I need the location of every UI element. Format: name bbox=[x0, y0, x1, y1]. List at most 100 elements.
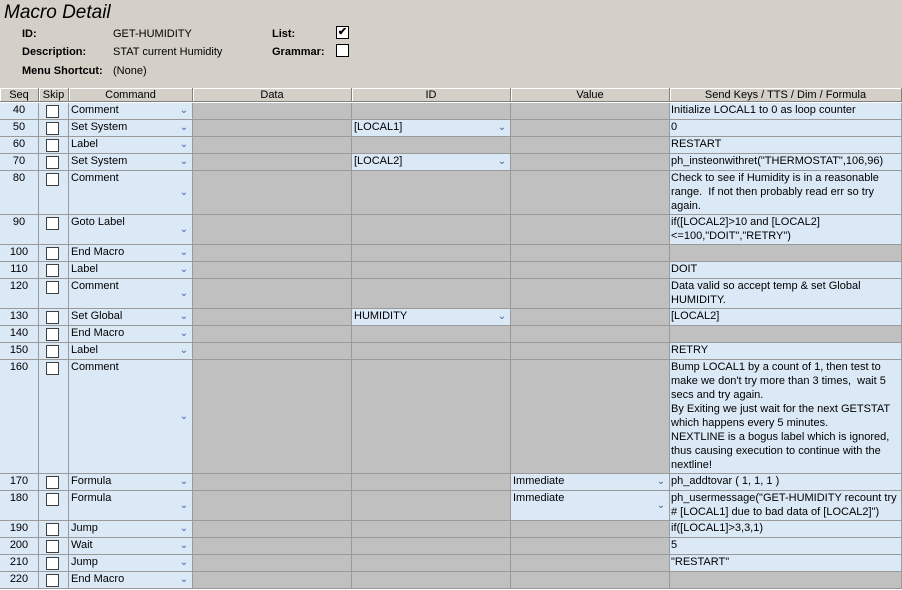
seq-cell[interactable]: 150 bbox=[0, 343, 39, 360]
formula-cell[interactable]: "RESTART" bbox=[670, 555, 902, 572]
table-row[interactable]: 180 Formula ⌄ Immediate ⌄ ph_usermessage("GET… bbox=[0, 491, 902, 521]
seq-cell[interactable]: 200 bbox=[0, 538, 39, 555]
chevron-down-icon[interactable]: ⌄ bbox=[176, 309, 192, 325]
formula-cell[interactable]: if([LOCAL2]>10 and [LOCAL2]<=100,"DOIT",… bbox=[670, 215, 902, 245]
skip-checkbox[interactable] bbox=[46, 311, 59, 324]
id-cell[interactable] bbox=[352, 326, 511, 343]
chevron-down-icon[interactable]: ⌄ bbox=[176, 154, 192, 170]
skip-checkbox[interactable] bbox=[46, 540, 59, 553]
skip-cell[interactable] bbox=[39, 572, 69, 589]
table-row[interactable]: 140 End Macro ⌄ bbox=[0, 326, 902, 343]
value-cell[interactable] bbox=[511, 572, 670, 589]
table-row[interactable]: 60 Label ⌄ RESTART bbox=[0, 137, 902, 154]
seq-cell[interactable]: 140 bbox=[0, 326, 39, 343]
value-cell[interactable] bbox=[511, 279, 670, 309]
skip-cell[interactable] bbox=[39, 360, 69, 474]
seq-cell[interactable]: 190 bbox=[0, 521, 39, 538]
value-dropdown[interactable]: Immediate ⌄ bbox=[511, 474, 670, 491]
skip-cell[interactable] bbox=[39, 326, 69, 343]
seq-cell[interactable]: 130 bbox=[0, 309, 39, 326]
skip-checkbox[interactable] bbox=[46, 173, 59, 186]
command-dropdown[interactable]: Label ⌄ bbox=[69, 262, 193, 279]
formula-cell[interactable] bbox=[670, 326, 902, 343]
id-cell[interactable] bbox=[352, 343, 511, 360]
id-cell[interactable] bbox=[352, 572, 511, 589]
table-row[interactable]: 190 Jump ⌄ if([LOCAL1]>3,3,1) bbox=[0, 521, 902, 538]
chevron-down-icon[interactable]: ⌄ bbox=[176, 326, 192, 342]
id-cell[interactable] bbox=[352, 171, 511, 215]
data-cell[interactable] bbox=[193, 120, 352, 137]
seq-cell[interactable]: 110 bbox=[0, 262, 39, 279]
id-cell[interactable] bbox=[352, 137, 511, 154]
table-row[interactable]: 200 Wait ⌄ 5 bbox=[0, 538, 902, 555]
value-cell[interactable] bbox=[511, 360, 670, 474]
table-row[interactable]: 70 Set System ⌄ [LOCAL2] ⌄ ph_insteonwithret(… bbox=[0, 154, 902, 171]
id-cell[interactable] bbox=[352, 279, 511, 309]
table-row[interactable]: 50 Set System ⌄ [LOCAL1] ⌄ 0 bbox=[0, 120, 902, 137]
seq-cell[interactable]: 120 bbox=[0, 279, 39, 309]
id-cell[interactable] bbox=[352, 555, 511, 572]
skip-cell[interactable] bbox=[39, 215, 69, 245]
chevron-down-icon[interactable]: ⌄ bbox=[176, 343, 192, 359]
table-row[interactable]: 80 Comment ⌄ Check to see if Humidity is in… bbox=[0, 171, 902, 215]
skip-cell[interactable] bbox=[39, 137, 69, 154]
table-row[interactable]: 130 Set Global ⌄ HUMIDITY ⌄ [LOCAL2] bbox=[0, 309, 902, 326]
command-dropdown[interactable]: End Macro ⌄ bbox=[69, 245, 193, 262]
command-dropdown[interactable]: Label ⌄ bbox=[69, 343, 193, 360]
chevron-down-icon[interactable]: ⌄ bbox=[176, 103, 192, 119]
formula-cell[interactable] bbox=[670, 572, 902, 589]
id-dropdown[interactable]: HUMIDITY ⌄ bbox=[352, 309, 511, 326]
id-cell[interactable] bbox=[352, 538, 511, 555]
formula-cell[interactable]: RETRY bbox=[670, 343, 902, 360]
command-dropdown[interactable]: Formula ⌄ bbox=[69, 491, 193, 521]
command-dropdown[interactable]: Comment ⌄ bbox=[69, 279, 193, 309]
chevron-down-icon[interactable]: ⌄ bbox=[176, 474, 192, 490]
command-dropdown[interactable]: Jump ⌄ bbox=[69, 521, 193, 538]
skip-cell[interactable] bbox=[39, 474, 69, 491]
id-cell[interactable] bbox=[352, 262, 511, 279]
command-dropdown[interactable]: Label ⌄ bbox=[69, 137, 193, 154]
id-cell[interactable] bbox=[352, 491, 511, 521]
skip-cell[interactable] bbox=[39, 154, 69, 171]
chevron-down-icon[interactable]: ⌄ bbox=[494, 120, 510, 136]
value-cell[interactable] bbox=[511, 343, 670, 360]
skip-cell[interactable] bbox=[39, 538, 69, 555]
value-dropdown[interactable]: Immediate ⌄ bbox=[511, 491, 670, 521]
column-header-value[interactable]: Value bbox=[511, 88, 670, 102]
seq-cell[interactable]: 170 bbox=[0, 474, 39, 491]
skip-checkbox[interactable] bbox=[46, 156, 59, 169]
command-dropdown[interactable]: Set System ⌄ bbox=[69, 120, 193, 137]
command-dropdown[interactable]: End Macro ⌄ bbox=[69, 572, 193, 589]
seq-cell[interactable]: 80 bbox=[0, 171, 39, 215]
id-cell[interactable] bbox=[352, 245, 511, 262]
value-cell[interactable] bbox=[511, 538, 670, 555]
data-cell[interactable] bbox=[193, 171, 352, 215]
table-row[interactable]: 150 Label ⌄ RETRY bbox=[0, 343, 902, 360]
table-row[interactable]: 170 Formula ⌄ Immediate ⌄ ph_addtovar ( 1, 1,… bbox=[0, 474, 902, 491]
formula-cell[interactable]: Data valid so accept temp & set Global H… bbox=[670, 279, 902, 309]
chevron-down-icon[interactable]: ⌄ bbox=[176, 572, 192, 588]
column-header-data[interactable]: Data bbox=[193, 88, 352, 102]
id-cell[interactable] bbox=[352, 103, 511, 120]
table-row[interactable]: 40 Comment ⌄ Initialize LOCAL1 to 0 as loop… bbox=[0, 103, 902, 120]
id-cell[interactable] bbox=[352, 521, 511, 538]
chevron-down-icon[interactable]: ⌄ bbox=[653, 474, 669, 490]
skip-cell[interactable] bbox=[39, 171, 69, 215]
chevron-down-icon[interactable]: ⌄ bbox=[653, 497, 669, 514]
id-cell[interactable] bbox=[352, 215, 511, 245]
table-row[interactable]: 120 Comment ⌄ Data valid so accept temp & s… bbox=[0, 279, 902, 309]
formula-cell[interactable]: [LOCAL2] bbox=[670, 309, 902, 326]
chevron-down-icon[interactable]: ⌄ bbox=[176, 285, 192, 302]
formula-cell[interactable]: ph_usermessage("GET-HUMIDITY recount try… bbox=[670, 491, 902, 521]
data-cell[interactable] bbox=[193, 215, 352, 245]
data-cell[interactable] bbox=[193, 279, 352, 309]
table-row[interactable]: 110 Label ⌄ DOIT bbox=[0, 262, 902, 279]
command-dropdown[interactable]: Set System ⌄ bbox=[69, 154, 193, 171]
value-cell[interactable] bbox=[511, 262, 670, 279]
chevron-down-icon[interactable]: ⌄ bbox=[494, 309, 510, 325]
data-cell[interactable] bbox=[193, 343, 352, 360]
skip-cell[interactable] bbox=[39, 245, 69, 262]
skip-cell[interactable] bbox=[39, 262, 69, 279]
formula-cell[interactable]: Check to see if Humidity is in a reasona… bbox=[670, 171, 902, 215]
data-cell[interactable] bbox=[193, 154, 352, 171]
